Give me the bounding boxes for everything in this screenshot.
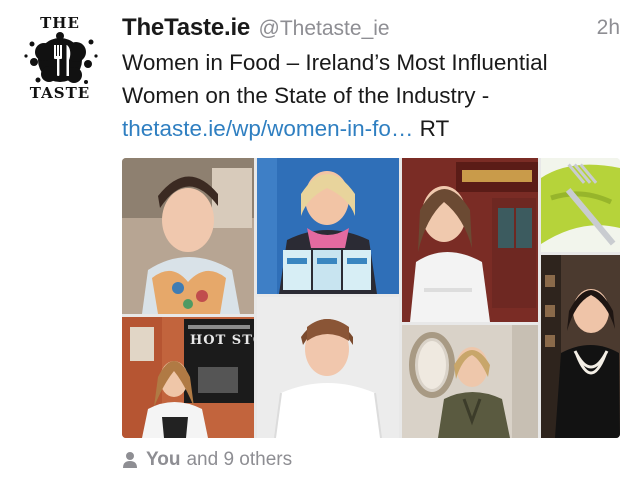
collage-photo-8	[402, 325, 538, 438]
tweet-suffix: RT	[413, 116, 450, 141]
collage-photo-1	[122, 158, 254, 314]
collage-photo-3	[402, 158, 538, 322]
avatar-brand-bottom: TASTE	[29, 84, 91, 102]
tweet-text-line-2: Women on the State of the Industry -	[122, 83, 490, 108]
liked-by-you[interactable]: You	[146, 449, 180, 471]
media-collage[interactable]: HOT STO	[122, 158, 620, 438]
timestamp[interactable]: 2h	[597, 16, 620, 40]
avatar[interactable]: THE TASTE	[14, 12, 106, 104]
tweet-text: Women in Food – Ireland’s Most Influenti…	[122, 46, 627, 145]
tweet-header: TheTaste.ie @Thetaste_ie 2h	[122, 14, 622, 44]
collage-photo-7	[257, 297, 399, 438]
hot-stove-sign-text: HOT STO	[190, 333, 254, 348]
tweet-link[interactable]: thetaste.ie/wp/women-in-fo…	[122, 116, 413, 141]
avatar-brand-top: THE	[40, 14, 80, 32]
liked-by-others[interactable]: and 9 others	[186, 449, 292, 471]
collage-photo-5	[541, 255, 620, 438]
tweet-card[interactable]: THE TASTE TheTaste.ie @Thetaste_ie 2h Wo…	[0, 0, 640, 480]
collage-photo-6: HOT STO	[122, 317, 254, 438]
display-name[interactable]: TheTaste.ie	[122, 14, 250, 41]
tweet-text-line-1: Women in Food – Ireland’s Most Influenti…	[122, 50, 548, 75]
collage-photo-2	[257, 158, 399, 294]
person-icon	[122, 451, 138, 469]
likes-footer[interactable]: You and 9 others	[122, 446, 292, 474]
user-handle[interactable]: @Thetaste_ie	[259, 17, 390, 40]
tweet-text-line-3: thetaste.ie/wp/women-in-fo… RT	[122, 112, 627, 145]
collage-photo-4	[541, 158, 620, 252]
